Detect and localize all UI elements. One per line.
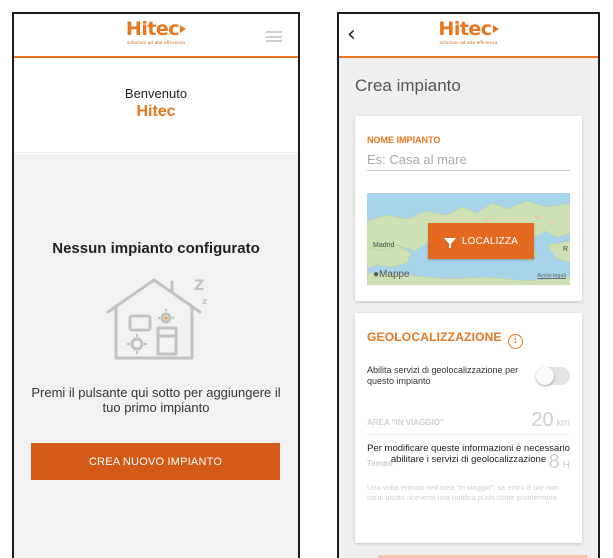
- locate-button[interactable]: LOCALIZZA: [428, 223, 534, 259]
- create-installation-button[interactable]: CREA NUOVO IMPIANTO: [31, 443, 280, 480]
- geolocation-card: GEOLOCALIZZAZIONE i Abilita servizi di ge…: [355, 313, 582, 543]
- welcome-username: Hitec: [136, 103, 176, 120]
- svg-text:Z: Z: [194, 278, 204, 294]
- welcome-text: Benvenuto: [124, 86, 188, 101]
- logo-tagline: soluzioni ad alta efficienza: [439, 40, 498, 45]
- phone-screen-create: ‹ Hitec soluzioni ad alta efficienza Cre…: [337, 12, 600, 558]
- empty-state: Nessun impianto configurato Z z Premi il: [14, 154, 298, 558]
- area-value: 20 km: [531, 409, 570, 432]
- page-title: Crea impianto: [355, 76, 461, 95]
- hamburger-icon[interactable]: [266, 31, 282, 42]
- geolocation-toggle-label: Abilita servizi di geolocalizzazione per…: [367, 365, 519, 386]
- divider: [367, 434, 570, 435]
- hitec-logo: Hitec soluzioni ad alta efficienza: [125, 18, 187, 46]
- geolocation-disabled-message: Per modificare queste informazioni è nec…: [367, 443, 570, 465]
- name-field-label: NOME IMPIANTO: [367, 135, 441, 145]
- map-brand-text: Mappe: [379, 269, 410, 280]
- filter-icon: [443, 237, 456, 248]
- app-header: ‹ Hitec soluzioni ad alta efficienza: [339, 14, 598, 58]
- logo-arrow-icon: [492, 25, 499, 33]
- map-label-right: R: [562, 246, 568, 253]
- installation-name-input[interactable]: [367, 149, 570, 171]
- locate-button-label: LOCALIZZA: [461, 235, 519, 247]
- hitec-logo: Hitec soluzioni ad alta efficienza: [438, 18, 499, 46]
- geolocation-title: GEOLOCALIZZAZIONE i: [367, 330, 523, 349]
- chevron-left-icon[interactable]: ‹: [347, 24, 356, 46]
- map-legal-link[interactable]: Avvisi legali: [537, 273, 566, 279]
- geolocation-title-text: GEOLOCALIZZAZIONE: [367, 330, 502, 344]
- house-sleeping-icon: Z z: [106, 278, 207, 360]
- logo-text: Hitec: [125, 18, 180, 40]
- area-unit: km: [556, 418, 570, 429]
- geolocation-toggle[interactable]: [536, 367, 570, 385]
- area-label: AREA "IN VIAGGIO": [367, 418, 444, 427]
- map-brand: ●Mappe: [373, 269, 410, 280]
- empty-state-hint: Premi il pulsante qui sotto per aggiunge…: [31, 385, 281, 415]
- svg-text:z: z: [202, 297, 207, 307]
- logo-arrow-icon: [180, 25, 187, 33]
- toggle-knob: [536, 367, 554, 385]
- empty-state-title: Nessun impianto configurato: [52, 240, 260, 257]
- time-description: Una volta entrato nell'area "in viaggio"…: [367, 483, 559, 502]
- area-number: 20: [531, 409, 554, 431]
- app-header: Hitec soluzioni ad alta efficienza: [14, 14, 298, 58]
- logo-tagline: soluzioni ad alta efficienza: [126, 40, 186, 45]
- phone-screen-home: Hitec soluzioni ad alta efficienza Benve…: [12, 12, 300, 558]
- welcome-section: Benvenuto Hitec: [14, 58, 298, 153]
- map-view[interactable]: Madrid R ●Mappe Avvisi legali LOCALIZZA: [367, 193, 570, 285]
- map-label-madrid: Madrid: [373, 242, 395, 249]
- info-circle-icon[interactable]: i: [507, 334, 523, 349]
- installation-name-card: NOME IMPIANTO Madrid R ●Mappe Avvisi leg…: [355, 116, 582, 301]
- logo-text: Hitec: [438, 18, 492, 40]
